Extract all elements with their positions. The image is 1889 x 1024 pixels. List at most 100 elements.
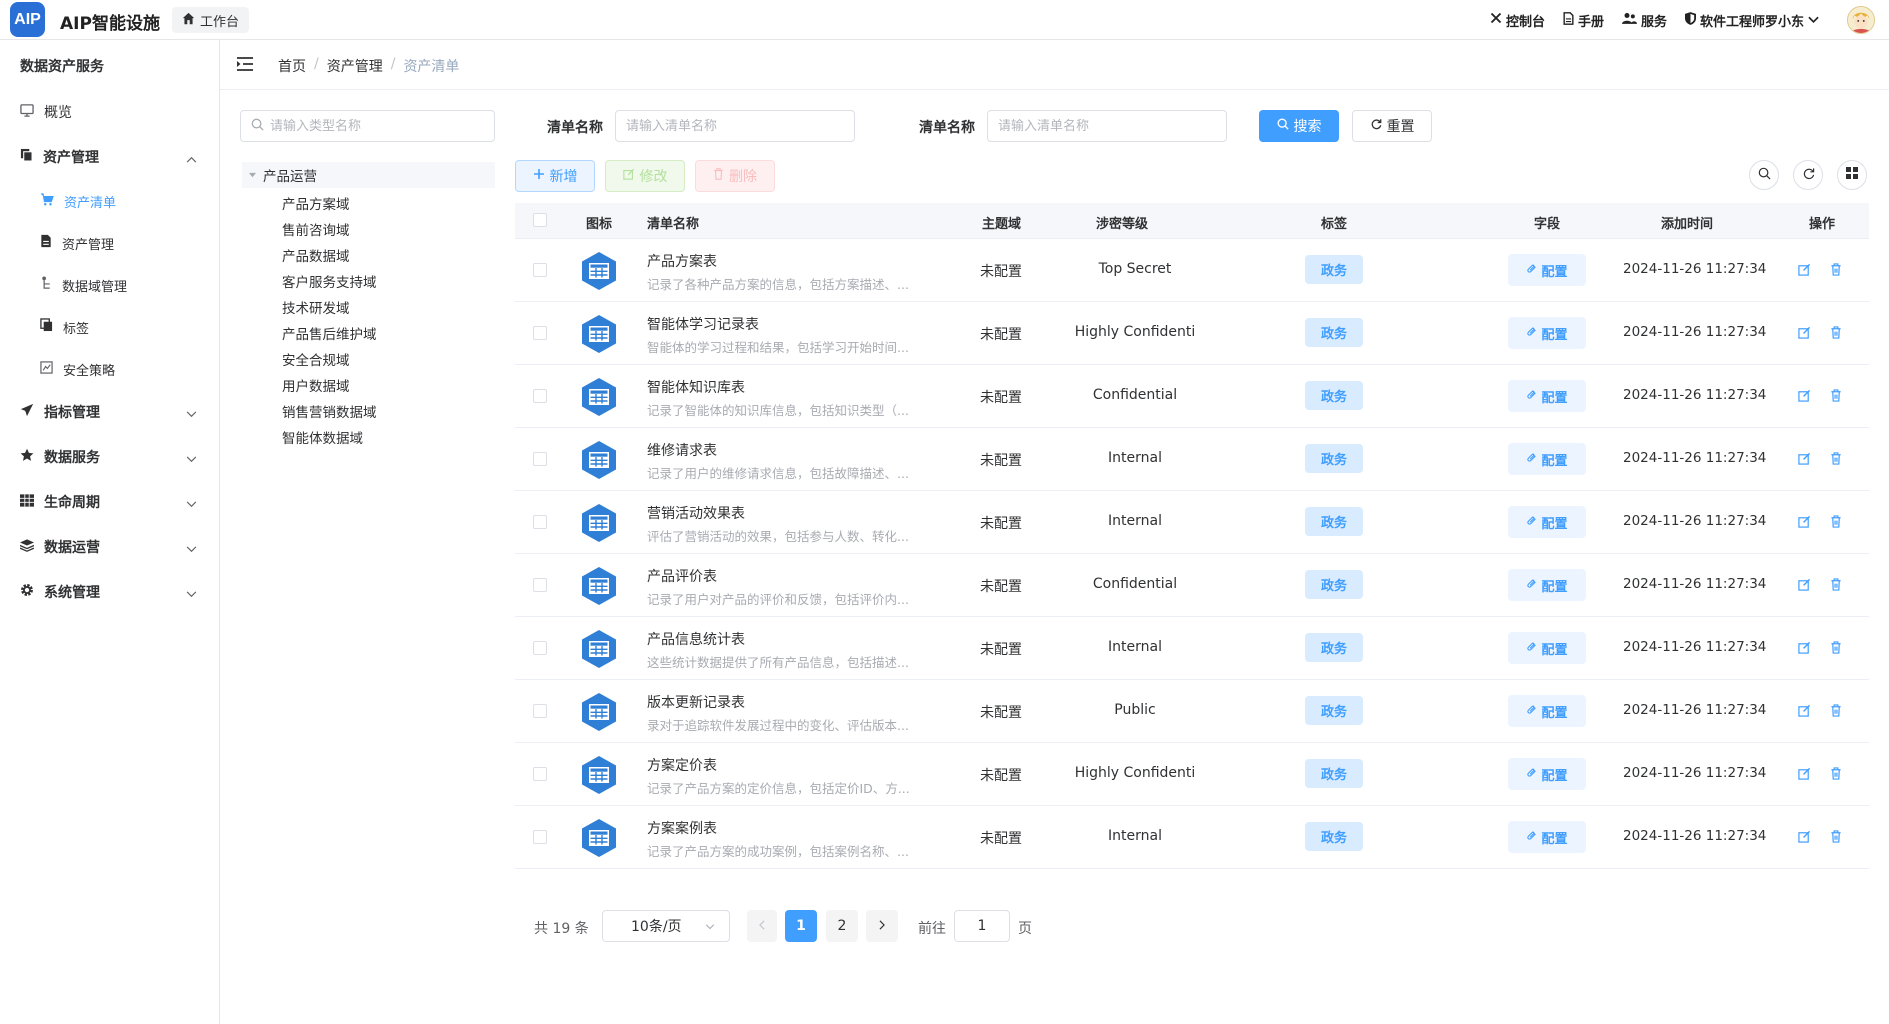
goto-page-input[interactable]: 1 <box>954 910 1010 942</box>
row-checkbox[interactable] <box>533 578 547 592</box>
tree-node[interactable]: 产品方案域 <box>282 193 350 213</box>
row-checkbox[interactable] <box>533 830 547 844</box>
row-config-button[interactable]: 配置 <box>1508 569 1586 601</box>
row-name[interactable]: 产品方案表 <box>647 251 717 271</box>
row-edit-icon[interactable] <box>1798 326 1811 343</box>
refresh-table-button[interactable] <box>1793 160 1823 190</box>
table-row[interactable]: 智能体知识库表 记录了智能体的知识库信息，包括知识类型（... 未配置 Confide… <box>515 365 1869 428</box>
row-delete-icon[interactable] <box>1830 326 1842 343</box>
row-edit-icon[interactable] <box>1798 452 1811 469</box>
tree-node[interactable]: 产品售后维护域 <box>282 323 377 343</box>
menu-fold-icon[interactable] <box>236 56 254 76</box>
sidebar-item-overview[interactable]: 概览 <box>0 92 219 132</box>
sidebar-item-domain-manage[interactable]: 数据域管理 <box>0 265 219 305</box>
workbench-button[interactable]: 工作台 <box>172 7 250 33</box>
row-config-button[interactable]: 配置 <box>1508 632 1586 664</box>
row-config-button[interactable]: 配置 <box>1508 758 1586 790</box>
tree-node[interactable]: 用户数据域 <box>282 375 350 395</box>
search-button[interactable]: 搜索 <box>1259 110 1339 142</box>
table-row[interactable]: 方案案例表 记录了产品方案的成功案例，包括案例名称、... 未配置 Internal 政… <box>515 806 1869 869</box>
page-size-select[interactable]: 10条/页 <box>602 910 730 942</box>
tree-node[interactable]: 技术研发域 <box>282 297 350 317</box>
row-name[interactable]: 产品信息统计表 <box>647 629 745 649</box>
row-edit-icon[interactable] <box>1798 641 1811 658</box>
row-checkbox[interactable] <box>533 515 547 529</box>
row-name[interactable]: 营销活动效果表 <box>647 503 745 523</box>
row-checkbox[interactable] <box>533 767 547 781</box>
row-checkbox[interactable] <box>533 389 547 403</box>
manual-link[interactable]: 手册 <box>1563 11 1604 30</box>
row-name[interactable]: 产品评价表 <box>647 566 717 586</box>
row-edit-icon[interactable] <box>1798 704 1811 721</box>
tree-node[interactable]: 产品数据域 <box>282 245 350 265</box>
next-page-button[interactable] <box>866 910 898 942</box>
tree-node[interactable]: 销售营销数据域 <box>282 401 377 421</box>
reset-button[interactable]: 重置 <box>1352 110 1432 142</box>
row-checkbox[interactable] <box>533 326 547 340</box>
row-name[interactable]: 方案定价表 <box>647 755 717 775</box>
row-config-button[interactable]: 配置 <box>1508 380 1586 412</box>
sidebar-item-asset-manage[interactable]: 资产管理 <box>0 223 219 263</box>
service-link[interactable]: 服务 <box>1621 11 1667 30</box>
row-edit-icon[interactable] <box>1798 830 1811 847</box>
breadcrumb-section[interactable]: 资产管理 <box>327 56 383 76</box>
filter-input-2[interactable] <box>998 118 1226 134</box>
tree-node[interactable]: 客户服务支持域 <box>282 271 377 291</box>
row-name[interactable]: 版本更新记录表 <box>647 692 745 712</box>
row-delete-icon[interactable] <box>1830 515 1842 532</box>
tree-node[interactable]: 售前咨询域 <box>282 219 350 239</box>
user-menu[interactable]: 软件工程师罗小东 <box>1684 11 1819 30</box>
sidebar-item-tags[interactable]: 标签 <box>0 307 219 347</box>
row-config-button[interactable]: 配置 <box>1508 506 1586 538</box>
row-name[interactable]: 智能体学习记录表 <box>647 314 759 334</box>
sidebar-item-data-ops[interactable]: 数据运营 <box>0 527 219 567</box>
select-all-checkbox[interactable] <box>533 213 547 227</box>
row-config-button[interactable]: 配置 <box>1508 317 1586 349</box>
filter-input-1[interactable] <box>626 118 854 134</box>
toggle-search-button[interactable] <box>1749 160 1779 190</box>
tree-node-root[interactable]: 产品运营 <box>242 162 495 188</box>
row-checkbox[interactable] <box>533 263 547 277</box>
row-config-button[interactable]: 配置 <box>1508 695 1586 727</box>
row-delete-icon[interactable] <box>1830 704 1842 721</box>
table-row[interactable]: 维修请求表 记录了用户的维修请求信息，包括故障描述、... 未配置 Internal 政… <box>515 428 1869 491</box>
row-edit-icon[interactable] <box>1798 767 1811 784</box>
row-config-button[interactable]: 配置 <box>1508 254 1586 286</box>
sidebar-item-security[interactable]: 安全策略 <box>0 349 219 389</box>
page-1-button[interactable]: 1 <box>785 910 817 942</box>
row-edit-icon[interactable] <box>1798 578 1811 595</box>
delete-button[interactable]: 删除 <box>695 160 775 192</box>
row-delete-icon[interactable] <box>1830 452 1842 469</box>
edit-button[interactable]: 修改 <box>605 160 685 192</box>
sidebar-item-asset-list[interactable]: 资产清单 <box>0 181 219 221</box>
row-edit-icon[interactable] <box>1798 263 1811 280</box>
tree-node[interactable]: 安全合规域 <box>282 349 350 369</box>
table-row[interactable]: 版本更新记录表 录对于追踪软件发展过程中的变化、评估版本... 未配置 Public 政… <box>515 680 1869 743</box>
row-config-button[interactable]: 配置 <box>1508 821 1586 853</box>
avatar[interactable] <box>1847 6 1875 34</box>
row-edit-icon[interactable] <box>1798 389 1811 406</box>
prev-page-button[interactable] <box>747 910 777 942</box>
add-button[interactable]: 新增 <box>515 160 595 192</box>
table-row[interactable]: 产品方案表 记录了各种产品方案的信息，包括方案描述、... 未配置 Top Secre… <box>515 239 1869 302</box>
row-delete-icon[interactable] <box>1830 578 1842 595</box>
table-row[interactable]: 方案定价表 记录了产品方案的定价信息，包括定价ID、方... 未配置 Highly C… <box>515 743 1869 806</box>
row-edit-icon[interactable] <box>1798 515 1811 532</box>
sidebar-item-lifecycle[interactable]: 生命周期 <box>0 482 219 522</box>
table-row[interactable]: 营销活动效果表 评估了营销活动的效果，包括参与人数、转化... 未配置 Interna… <box>515 491 1869 554</box>
row-name[interactable]: 维修请求表 <box>647 440 717 460</box>
row-name[interactable]: 方案案例表 <box>647 818 717 838</box>
page-2-button[interactable]: 2 <box>826 910 858 942</box>
row-checkbox[interactable] <box>533 452 547 466</box>
table-row[interactable]: 产品信息统计表 这些统计数据提供了所有产品信息，包括描述... 未配置 Interna… <box>515 617 1869 680</box>
row-delete-icon[interactable] <box>1830 767 1842 784</box>
row-name[interactable]: 智能体知识库表 <box>647 377 745 397</box>
table-row[interactable]: 智能体学习记录表 智能体的学习过程和结果，包括学习开始时间... 未配置 Highly… <box>515 302 1869 365</box>
row-delete-icon[interactable] <box>1830 263 1842 280</box>
sidebar-item-system[interactable]: 系统管理 <box>0 572 219 612</box>
app-logo[interactable]: AIP <box>10 2 45 37</box>
columns-button[interactable] <box>1837 160 1867 190</box>
sidebar-item-data-service[interactable]: 数据服务 <box>0 437 219 477</box>
console-link[interactable]: 控制台 <box>1490 11 1545 30</box>
row-config-button[interactable]: 配置 <box>1508 443 1586 475</box>
